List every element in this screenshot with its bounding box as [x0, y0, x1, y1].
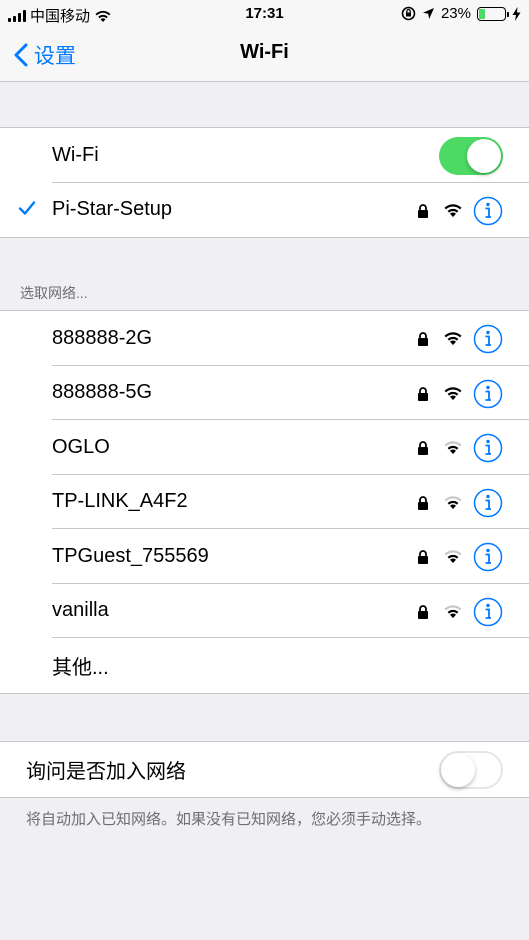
lock-icon: [418, 332, 428, 346]
network-row[interactable]: TPGuest_755569: [0, 529, 529, 584]
wifi-strength-icon: [444, 332, 462, 345]
other-network-label: 其他...: [52, 656, 109, 679]
network-name: 888888-5G: [52, 381, 153, 404]
wifi-toggle-label: Wi-Fi: [52, 143, 99, 166]
wifi-strength-icon: [444, 441, 462, 454]
ask-join-label: 询问是否加入网络: [26, 760, 186, 783]
network-name: vanilla: [52, 599, 109, 622]
wifi-group: Wi-Fi Pi-Star-Setup: [0, 127, 529, 238]
battery-percent: 23%: [440, 5, 471, 22]
page-title: Wi-Fi: [240, 41, 289, 63]
info-icon[interactable]: [473, 379, 503, 409]
ask-join-toggle-switch[interactable]: [439, 751, 503, 789]
network-name: OGLO: [52, 435, 110, 458]
connected-network-row[interactable]: Pi-Star-Setup: [0, 183, 529, 238]
wifi-strength-icon: [444, 604, 462, 618]
navigation-bar: 设置 Wi-Fi: [0, 28, 529, 82]
choose-network-header: 选取网络...: [20, 285, 88, 301]
other-network-row[interactable]: 其他...: [0, 638, 529, 693]
info-icon[interactable]: [473, 542, 503, 572]
network-list: 888888-2G 888888-5G OGLO TP-LINK_A4F2 TPGues…: [0, 310, 529, 694]
wifi-strength-icon: [444, 495, 462, 509]
checkmark-icon: [18, 200, 36, 215]
network-row[interactable]: TP-LINK_A4F2: [0, 475, 529, 529]
lock-icon: [418, 441, 428, 455]
lock-icon: [418, 495, 428, 510]
info-icon[interactable]: [473, 597, 503, 627]
network-name: TP-LINK_A4F2: [52, 490, 188, 513]
info-icon[interactable]: [473, 324, 503, 354]
network-name: 888888-2G: [52, 326, 153, 349]
ask-join-row: 询问是否加入网络: [0, 742, 529, 797]
network-row[interactable]: OGLO: [0, 420, 529, 475]
ask-join-note: 将自动加入已知网络。如果没有已知网络，您必须手动选择。: [26, 811, 432, 828]
battery-icon: [477, 6, 509, 21]
wifi-strength-icon: [444, 386, 462, 400]
network-row[interactable]: vanilla: [0, 584, 529, 638]
info-icon[interactable]: [473, 488, 503, 518]
wifi-strength-icon: [444, 550, 462, 563]
wifi-toggle-row: Wi-Fi: [0, 128, 529, 183]
status-bar: 中国移动 17:31 23%: [0, 0, 529, 28]
lock-icon: [418, 386, 428, 401]
lock-icon: [418, 550, 428, 564]
lock-icon: [418, 203, 428, 218]
charging-bolt-icon: [512, 6, 521, 21]
status-right: 23%: [401, 5, 521, 22]
location-arrow-icon: [422, 8, 434, 19]
network-row[interactable]: 888888-2G: [0, 311, 529, 366]
orientation-lock-icon: [401, 6, 416, 21]
wifi-toggle-switch[interactable]: [439, 137, 503, 175]
info-icon[interactable]: [473, 196, 503, 226]
info-icon[interactable]: [473, 433, 503, 463]
network-name: TPGuest_755569: [52, 544, 209, 567]
lock-icon: [418, 604, 428, 619]
network-row[interactable]: 888888-5G: [0, 366, 529, 420]
wifi-strength-icon: [444, 203, 462, 217]
ask-join-group: 询问是否加入网络: [0, 741, 529, 798]
connected-network-name: Pi-Star-Setup: [52, 198, 173, 221]
